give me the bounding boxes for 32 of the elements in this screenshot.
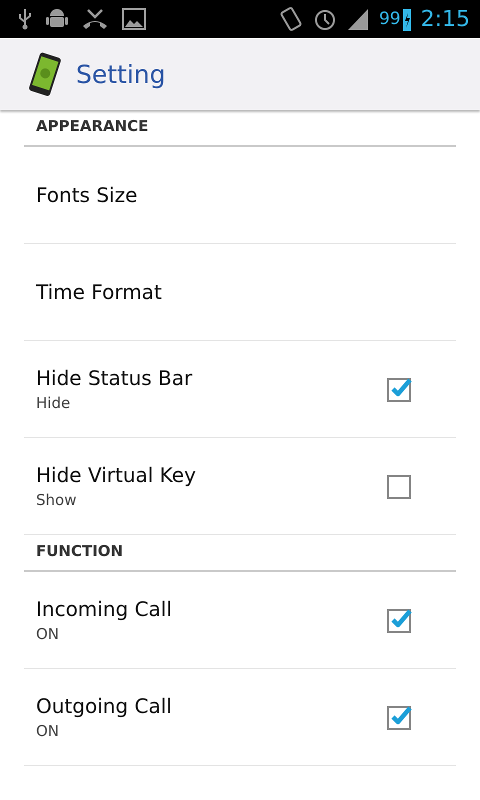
usb-icon — [18, 8, 32, 30]
setting-title: Hide Status Bar — [36, 366, 192, 390]
signal-icon — [346, 7, 369, 31]
setting-summary: Hide — [36, 394, 72, 412]
setting-row[interactable]: Time Format — [24, 244, 456, 341]
checked-checkbox[interactable] — [386, 606, 414, 634]
setting-summary: Show — [36, 491, 78, 509]
setting-row[interactable]: Hide Virtual Key Show — [24, 438, 456, 535]
checked-checkbox[interactable] — [386, 703, 414, 731]
setting-row[interactable]: Hide Status Bar Hide — [24, 341, 456, 438]
battery-level: 99 — [378, 9, 401, 29]
app-title: Setting — [76, 60, 166, 88]
setting-title: Fonts Size — [36, 183, 138, 207]
section-header: APPEARANCE — [24, 110, 456, 147]
setting-summary: ON — [36, 625, 60, 643]
setting-title: Outgoing Call — [36, 694, 172, 718]
setting-title: Time Format — [36, 280, 162, 304]
missed-call-icon — [82, 8, 108, 30]
checked-checkbox[interactable] — [386, 375, 414, 403]
checkbox[interactable] — [386, 472, 414, 500]
alarm-icon — [312, 7, 337, 31]
setting-summary: ON — [36, 722, 60, 740]
setting-row[interactable]: Incoming Call ON — [24, 572, 456, 669]
section-header: FUNCTION — [24, 535, 456, 572]
vibrate-icon — [278, 6, 303, 32]
clock-time: 2:15 — [420, 6, 470, 32]
setting-title: Incoming Call — [36, 597, 172, 621]
image-icon — [122, 8, 146, 30]
battery-charging-icon — [402, 7, 411, 31]
setting-row[interactable]: Outgoing Call ON — [24, 669, 456, 766]
setting-row[interactable]: Fonts Size — [24, 147, 456, 244]
setting-title: Hide Virtual Key — [36, 463, 196, 487]
